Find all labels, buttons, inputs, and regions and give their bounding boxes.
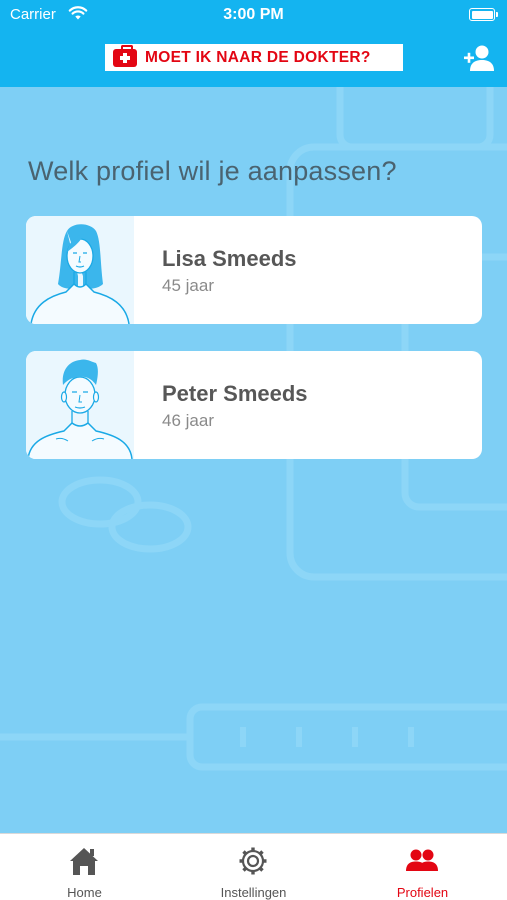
tab-instellingen[interactable]: Instellingen: [169, 834, 338, 900]
profile-card-peter[interactable]: Peter Smeeds 46 jaar: [26, 351, 482, 459]
page-title: Welk profiel wil je aanpassen?: [28, 156, 397, 186]
tab-profielen[interactable]: Profielen: [338, 834, 507, 900]
tab-label: Home: [67, 885, 102, 900]
app-logo: MOET IK NAAR DE DOKTER?: [105, 44, 403, 71]
logo-text: MOET IK NAAR DE DOKTER?: [145, 48, 371, 66]
users-icon: [406, 849, 438, 871]
profile-age: 46 jaar: [162, 411, 214, 430]
profile-name: Lisa Smeeds: [162, 246, 297, 271]
gear-icon: [239, 847, 267, 875]
tab-label: Profielen: [396, 885, 449, 900]
profile-name: Peter Smeeds: [162, 381, 308, 406]
tab-bar: Home Instellingen Profielen: [0, 833, 507, 900]
profile-age: 45 jaar: [162, 276, 214, 295]
battery-icon: [469, 8, 498, 21]
nav-bar: MOET IK NAAR DE DOKTER?: [0, 30, 507, 87]
home-icon: [70, 848, 98, 875]
background-illustration: [0, 87, 507, 771]
female-avatar-icon: [26, 216, 134, 324]
clock: 3:00 PM: [223, 6, 284, 23]
tab-home[interactable]: Home: [0, 834, 169, 900]
profile-card-lisa[interactable]: Lisa Smeeds 45 jaar: [26, 216, 482, 324]
status-bar: Carrier 3:00 PM: [0, 0, 507, 30]
tab-label: Instellingen: [220, 885, 287, 900]
male-avatar-icon: [26, 351, 134, 459]
add-profile-button[interactable]: [463, 44, 495, 72]
first-aid-kit-icon: [113, 44, 137, 67]
